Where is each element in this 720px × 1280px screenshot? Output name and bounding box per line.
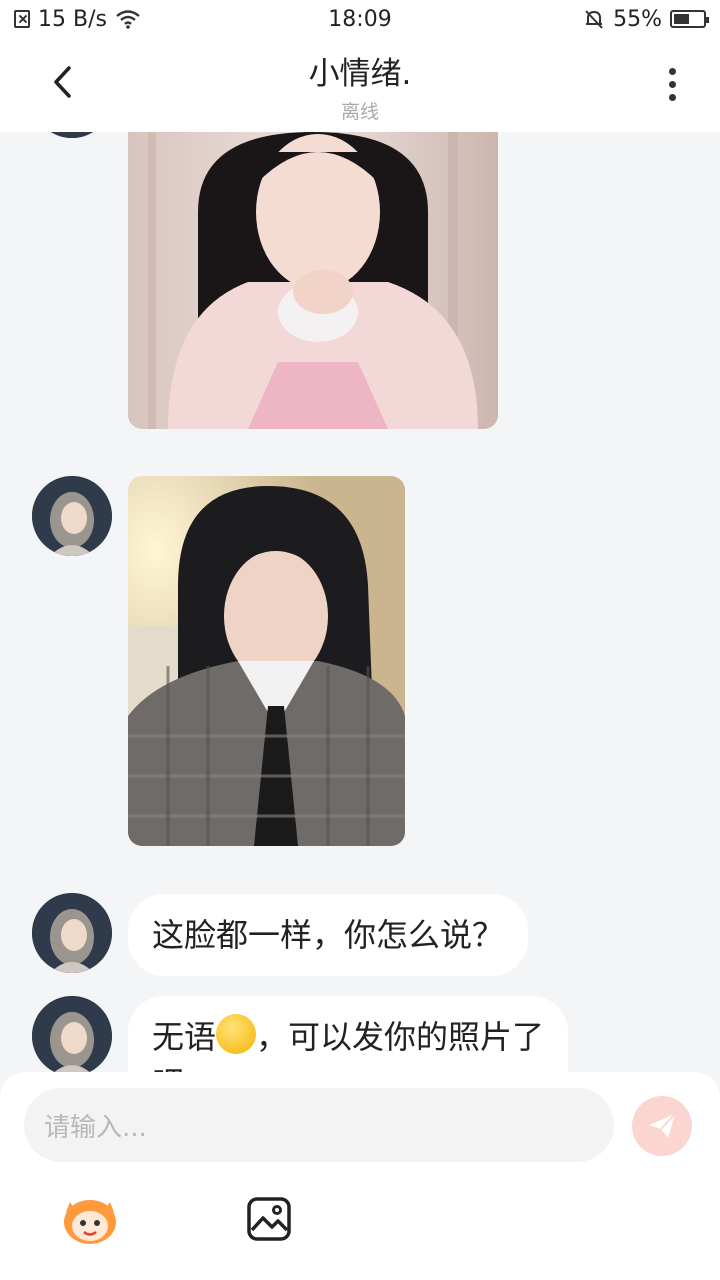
message-text: ，可以发你的照片了 xyxy=(256,1018,545,1056)
status-right: 55% xyxy=(583,6,709,32)
network-speed: 15 B/s xyxy=(38,6,107,32)
chat-image[interactable] xyxy=(128,132,498,429)
input-area: 请输入... xyxy=(0,1072,720,1280)
battery-icon xyxy=(670,10,709,28)
send-button[interactable] xyxy=(632,1096,692,1156)
send-icon xyxy=(649,1113,676,1138)
battery-fill xyxy=(674,14,690,24)
message-bubble[interactable]: 这脸都一样，你怎么说？ xyxy=(128,894,529,976)
avatar[interactable] xyxy=(32,476,112,556)
status-bar: 15 B/s 18:09 55% xyxy=(0,0,720,38)
message-line: 无语 ，可以发你的照片了 xyxy=(152,1014,544,1060)
more-dot xyxy=(668,80,676,88)
contact-name: 小情绪. xyxy=(308,56,412,92)
chat-header: 小情绪. 离线 xyxy=(0,38,720,132)
avatar[interactable] xyxy=(32,893,112,973)
image-icon[interactable] xyxy=(246,1196,292,1242)
title-wrap: 小情绪. 离线 xyxy=(160,48,560,124)
input-placeholder: 请输入... xyxy=(44,1112,147,1143)
message-text: 这脸都一样，你怎么说？ xyxy=(152,916,505,954)
message-line: 吧 xyxy=(152,1060,544,1072)
status-left: 15 B/s xyxy=(14,7,141,32)
back-button[interactable] xyxy=(40,60,84,104)
message-text: 吧 xyxy=(152,1064,184,1072)
mascot-icon[interactable] xyxy=(60,1192,120,1246)
contact-status: 离线 xyxy=(340,101,379,123)
wifi-icon xyxy=(116,10,140,29)
no-sim-icon xyxy=(14,10,30,28)
chat-area[interactable]: 这脸都一样，你怎么说？ 无语 ，可以发你的照片了 吧 xyxy=(0,132,720,1072)
message-input[interactable]: 请输入... xyxy=(24,1088,614,1162)
message-bubble[interactable]: 无语 ，可以发你的照片了 吧 xyxy=(128,996,569,1072)
more-dot xyxy=(668,93,676,101)
avatar[interactable] xyxy=(32,996,112,1072)
bell-muted-icon xyxy=(585,10,603,29)
more-dot xyxy=(668,67,676,75)
battery-percent: 55% xyxy=(613,6,662,32)
message-text: 无语 xyxy=(152,1018,217,1056)
chat-image[interactable] xyxy=(128,476,405,846)
more-options-button[interactable] xyxy=(652,64,692,104)
sweat-smile-emoji xyxy=(216,1014,257,1054)
chevron-left-icon xyxy=(54,66,71,98)
avatar[interactable] xyxy=(32,132,112,138)
